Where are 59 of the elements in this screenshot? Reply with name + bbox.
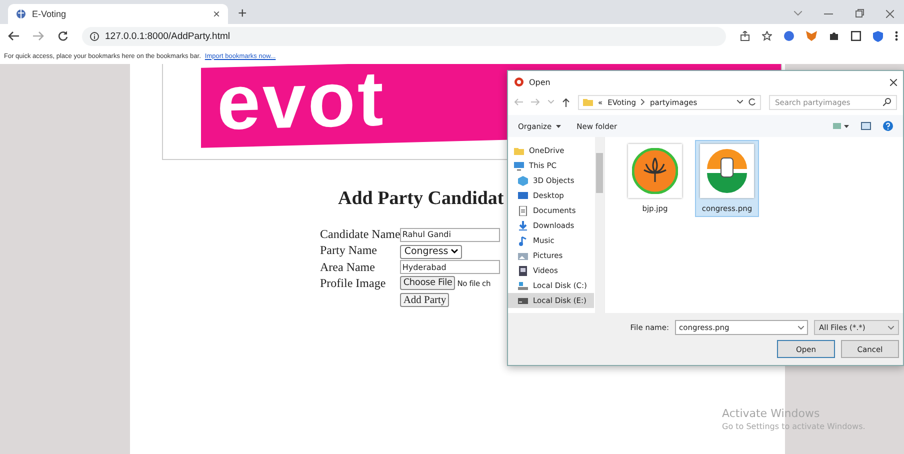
up-arrow-icon[interactable] [562, 98, 570, 106]
videos-icon [518, 266, 528, 276]
field-label: Area Name [320, 260, 376, 274]
party-dropdown[interactable]: Congress [400, 244, 462, 258]
new-tab-button[interactable]: + [238, 5, 247, 22]
preview-pane-icon[interactable] [861, 122, 871, 130]
chevron-down-icon [451, 249, 458, 254]
minimize-icon[interactable] [824, 12, 833, 14]
restore-icon[interactable] [855, 9, 864, 18]
add-party-button[interactable]: Add Party [400, 293, 450, 307]
download-icon [518, 220, 528, 230]
cube-icon [518, 176, 528, 186]
lotus-emblem-icon [632, 148, 678, 194]
text-field[interactable]: Rahul Gandi [400, 228, 500, 242]
page-heading: Add Party Candidat [338, 188, 504, 210]
back-arrow-icon[interactable] [8, 31, 19, 41]
globe-icon [16, 9, 26, 19]
activation-title: Activate Windows [722, 407, 821, 420]
search-icon [883, 98, 891, 106]
hand-emblem-icon [705, 149, 749, 193]
browser-tab[interactable]: E-Voting × [8, 4, 228, 24]
text-field[interactable]: Hyderabad [400, 260, 500, 274]
close-icon[interactable] [890, 78, 897, 86]
tab-close-button[interactable]: × [212, 7, 220, 21]
menu-icon[interactable] [895, 31, 898, 41]
scrollbar[interactable] [595, 137, 604, 313]
field-label: Profile Image [320, 276, 387, 290]
choose-file-button[interactable]: Choose File [400, 276, 456, 290]
shield-check-icon[interactable] [873, 30, 883, 42]
document-icon [518, 206, 528, 216]
tab-title: E-Voting [32, 9, 68, 19]
refresh-icon[interactable] [748, 98, 756, 106]
field-label: Party Name [320, 243, 378, 258]
chevron-down-icon[interactable] [737, 100, 743, 104]
folder-icon [514, 146, 524, 156]
info-icon[interactable] [90, 32, 99, 40]
share-icon[interactable] [740, 31, 750, 41]
view-options-icon[interactable] [833, 122, 849, 130]
pictures-icon [518, 250, 528, 260]
chevron-right-icon [641, 99, 646, 105]
desktop-icon [518, 190, 528, 200]
disk-icon [518, 280, 528, 290]
field-label: Candidate Name [320, 227, 400, 242]
fox-icon[interactable] [806, 31, 817, 41]
reload-icon[interactable] [58, 31, 68, 41]
help-icon[interactable] [883, 121, 893, 131]
star-icon[interactable] [762, 31, 772, 41]
music-icon [518, 236, 528, 246]
sidebar-icon[interactable] [851, 31, 861, 41]
drive-icon [518, 296, 528, 306]
dialog-title: Open [529, 78, 550, 86]
chevron-down-icon [798, 326, 804, 330]
app-icon [514, 77, 524, 87]
address-bar[interactable]: 127.0.0.1:8000/AddParty.html [82, 26, 726, 46]
close-icon[interactable] [886, 10, 894, 18]
caret-icon [556, 124, 561, 128]
pc-icon [514, 160, 524, 170]
chevron-down-icon [888, 326, 894, 330]
folder-icon [583, 97, 593, 107]
